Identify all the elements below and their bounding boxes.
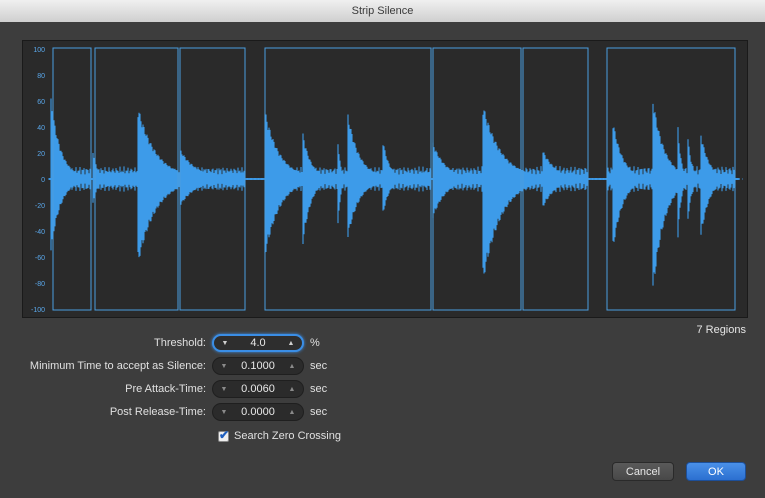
decrement-arrow-icon[interactable]: ▼ xyxy=(219,409,229,416)
window-title: Strip Silence xyxy=(351,5,414,17)
y-tick-label: 60 xyxy=(37,99,45,106)
strip-silence-dialog: 100 80 60 40 20 0 -20 -40 -60 -80 -100 7 Regions T… xyxy=(0,22,765,498)
y-tick-label: 40 xyxy=(37,125,45,132)
post-release-unit: sec xyxy=(310,406,328,418)
waveform-display: 100 80 60 40 20 0 -20 -40 -60 -80 -100 xyxy=(22,40,748,318)
ok-button[interactable]: OK xyxy=(686,462,746,481)
waveform-svg: 100 80 60 40 20 0 -20 -40 -60 -80 -100 xyxy=(31,47,743,314)
pre-attack-unit: sec xyxy=(310,383,328,395)
min-silence-stepper[interactable]: ▼ 0.1000 ▲ xyxy=(212,357,304,375)
decrement-arrow-icon[interactable]: ▼ xyxy=(219,386,229,393)
y-tick-label: -60 xyxy=(35,255,45,262)
audio-waveform xyxy=(48,98,740,286)
y-tick-label: 0 xyxy=(41,177,45,184)
increment-arrow-icon[interactable]: ▲ xyxy=(286,340,296,347)
y-tick-label: 100 xyxy=(33,47,45,54)
decrement-arrow-icon[interactable]: ▼ xyxy=(219,363,229,370)
title-bar: Strip Silence xyxy=(0,0,765,23)
threshold-value[interactable]: 4.0 xyxy=(230,337,286,349)
post-release-label: Post Release-Time: xyxy=(109,406,206,418)
y-tick-label: -20 xyxy=(35,203,45,210)
min-silence-value[interactable]: 0.1000 xyxy=(229,360,287,372)
y-tick-label: 80 xyxy=(37,73,45,80)
min-silence-unit: sec xyxy=(310,360,328,372)
post-release-stepper[interactable]: ▼ 0.0000 ▲ xyxy=(212,403,304,421)
y-tick-label: -80 xyxy=(35,281,45,288)
post-release-value[interactable]: 0.0000 xyxy=(229,406,287,418)
search-zero-crossing-checkbox[interactable]: ✔ xyxy=(218,427,230,442)
search-zero-crossing-label[interactable]: Search Zero Crossing xyxy=(234,430,341,442)
increment-arrow-icon[interactable]: ▲ xyxy=(287,409,297,416)
y-tick-label: -40 xyxy=(35,229,45,236)
min-silence-row: Minimum Time to accept as Silence: ▼ 0.1… xyxy=(0,356,327,376)
checkmark-icon: ✔ xyxy=(219,427,230,442)
regions-count: 7 Regions xyxy=(696,324,746,336)
pre-attack-label: Pre Attack-Time: xyxy=(125,383,206,395)
threshold-stepper[interactable]: ▼ 4.0 ▲ xyxy=(212,334,304,352)
min-silence-label: Minimum Time to accept as Silence: xyxy=(29,360,206,372)
threshold-row: Threshold: ▼ 4.0 ▲ % xyxy=(0,333,320,353)
post-release-row: Post Release-Time: ▼ 0.0000 ▲ sec xyxy=(0,402,327,422)
y-tick-label: 20 xyxy=(37,151,45,158)
pre-attack-row: Pre Attack-Time: ▼ 0.0060 ▲ sec xyxy=(0,379,327,399)
search-zero-crossing-option[interactable]: ✔ Search Zero Crossing xyxy=(218,427,341,442)
increment-arrow-icon[interactable]: ▲ xyxy=(287,386,297,393)
pre-attack-stepper[interactable]: ▼ 0.0060 ▲ xyxy=(212,380,304,398)
cancel-button[interactable]: Cancel xyxy=(612,462,674,481)
threshold-unit: % xyxy=(310,337,320,349)
threshold-label: Threshold: xyxy=(154,337,206,349)
y-tick-label: -100 xyxy=(31,307,45,314)
decrement-arrow-icon[interactable]: ▼ xyxy=(220,340,230,347)
increment-arrow-icon[interactable]: ▲ xyxy=(287,363,297,370)
pre-attack-value[interactable]: 0.0060 xyxy=(229,383,287,395)
